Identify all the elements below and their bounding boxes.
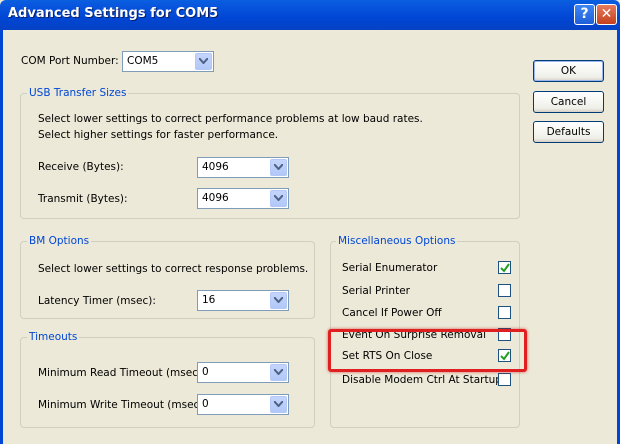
serial-enumerator-checkbox[interactable] [498,261,511,274]
bm-desc: Select lower settings to correct respons… [38,263,309,275]
read-timeout-value: 0 [202,366,209,378]
read-timeout-select[interactable]: 0 [197,362,289,383]
com-port-label: COM Port Number: [21,55,119,67]
close-icon: ✕ [600,6,613,22]
disable-modem-ctrl-checkbox[interactable] [498,373,511,386]
help-button[interactable]: ? [574,4,595,25]
chevron-down-icon[interactable] [270,190,287,207]
highlight-box [328,329,527,372]
misc-options-title: Miscellaneous Options [336,235,458,247]
bm-options-title: BM Options [27,235,92,247]
write-timeout-label: Minimum Write Timeout (msec): [38,399,207,411]
chevron-down-icon[interactable] [270,364,287,381]
com-port-select[interactable]: COM5 [122,51,214,72]
transmit-select[interactable]: 4096 [197,188,289,209]
latency-select[interactable]: 16 [197,290,289,311]
write-timeout-value: 0 [202,398,209,410]
misc-item-label: Serial Enumerator [342,262,438,274]
receive-select[interactable]: 4096 [197,157,289,178]
serial-printer-checkbox[interactable] [498,284,511,297]
defaults-button[interactable]: Defaults [533,121,604,143]
chevron-down-icon[interactable] [270,159,287,176]
cancel-if-power-off-checkbox[interactable] [498,306,511,319]
read-timeout-label: Minimum Read Timeout (msec): [38,367,206,379]
write-timeout-select[interactable]: 0 [197,394,289,415]
ok-button[interactable]: OK [533,60,604,82]
cancel-button[interactable]: Cancel [533,91,604,113]
chevron-down-icon[interactable] [270,292,287,309]
transmit-value: 4096 [202,192,229,204]
close-button[interactable]: ✕ [596,4,617,25]
misc-item-label: Serial Printer [342,285,410,297]
com-port-value: COM5 [127,55,159,67]
latency-value: 16 [202,294,216,306]
window-title: Advanced Settings for COM5 [8,6,219,21]
latency-label: Latency Timer (msec): [38,295,156,307]
help-icon: ? [580,6,589,22]
misc-item-label: Cancel If Power Off [342,307,442,319]
receive-value: 4096 [202,161,229,173]
timeouts-title: Timeouts [27,331,80,343]
transmit-label: Transmit (Bytes): [38,193,128,205]
title-bar: Advanced Settings for COM5 ? ✕ [0,0,620,30]
usb-desc-line2: Select higher settings for faster perfor… [38,129,279,141]
checkmark-icon [500,263,510,273]
receive-label: Receive (Bytes): [38,161,124,173]
chevron-down-icon[interactable] [195,53,212,70]
misc-item-label: Disable Modem Ctrl At Startup [342,374,502,386]
usb-transfer-title: USB Transfer Sizes [27,87,129,99]
usb-desc-line1: Select lower settings to correct perform… [38,113,423,125]
chevron-down-icon[interactable] [270,396,287,413]
